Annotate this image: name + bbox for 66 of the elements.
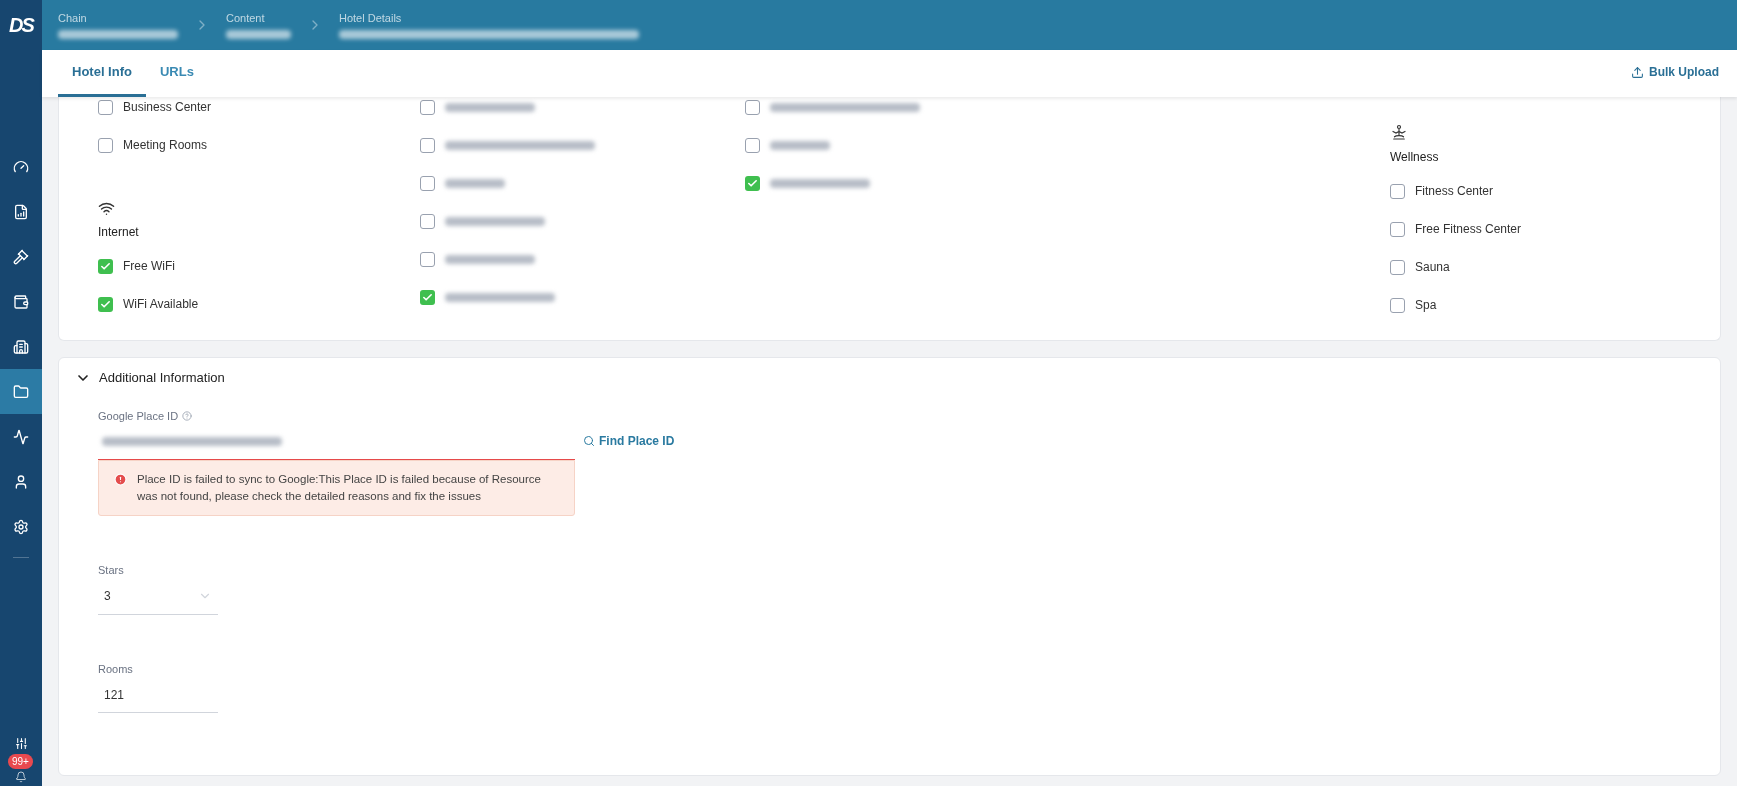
stars-select[interactable]: 3 xyxy=(98,578,218,615)
blurred-text xyxy=(445,178,505,188)
breadcrumb-label: Content xyxy=(226,11,266,24)
checkbox[interactable] xyxy=(745,137,760,153)
checkbox-label: Spa xyxy=(1415,297,1437,314)
sliders-icon[interactable] xyxy=(14,737,28,750)
find-place-id-link[interactable]: Find Place ID xyxy=(583,432,675,450)
breadcrumb-label: Chain xyxy=(58,11,88,24)
building-icon xyxy=(13,338,29,355)
checkbox[interactable] xyxy=(1390,221,1405,237)
section-heading: Internet xyxy=(98,224,140,241)
checkmark-icon xyxy=(100,260,111,272)
upload-icon xyxy=(1631,65,1644,79)
search-icon xyxy=(583,435,595,447)
section-heading: Wellness xyxy=(1390,149,1440,166)
checkbox[interactable] xyxy=(1390,183,1405,199)
checkmark-icon xyxy=(747,177,758,189)
section-toggle[interactable]: Additional Information xyxy=(75,368,225,388)
user-icon xyxy=(13,473,29,490)
checkbox[interactable] xyxy=(745,99,760,115)
checkbox-label: Free WiFi xyxy=(123,258,175,275)
blurred-text xyxy=(770,140,830,150)
checkbox[interactable] xyxy=(98,99,113,115)
checkbox[interactable] xyxy=(420,137,435,153)
checkbox[interactable] xyxy=(420,175,435,191)
checkbox[interactable] xyxy=(420,289,435,305)
checkbox[interactable] xyxy=(1390,259,1405,275)
tab[interactable]: URLs xyxy=(145,50,208,97)
notification-badge: 99+ xyxy=(8,754,33,769)
checkbox[interactable] xyxy=(98,258,113,274)
checkbox-label: Sauna xyxy=(1415,259,1450,276)
error-text: Place ID is failed to sync to Google:This Place ID is failed because of Resource was not found, please check the detailed reasons and fix the issues xyxy=(137,472,542,504)
gauge-icon xyxy=(13,158,29,175)
checkbox-label: Free Fitness Center xyxy=(1415,221,1522,238)
bell-icon[interactable] xyxy=(15,771,27,783)
checkbox[interactable] xyxy=(745,175,760,191)
logo: DS xyxy=(9,13,33,38)
field-label: Rooms xyxy=(98,661,134,677)
folder-icon xyxy=(13,383,29,400)
wallet-icon xyxy=(13,293,29,310)
breadcrumb-label: Hotel Details xyxy=(339,11,403,24)
blurred-text xyxy=(226,29,291,39)
field-label: Stars xyxy=(98,563,125,578)
checkbox-label: Meeting Rooms xyxy=(123,137,208,154)
checkbox[interactable] xyxy=(420,99,435,115)
field-label: Google Place ID xyxy=(98,408,179,424)
report-icon xyxy=(13,203,29,220)
pulse-icon xyxy=(13,428,29,445)
checkbox-label: WiFi Available xyxy=(123,296,199,313)
checkbox-label: Fitness Center xyxy=(1415,183,1494,200)
checkbox[interactable] xyxy=(420,213,435,229)
checkbox[interactable] xyxy=(98,137,113,153)
checkbox[interactable] xyxy=(420,251,435,267)
checkmark-icon xyxy=(100,298,111,310)
help-icon xyxy=(182,410,193,421)
checkbox[interactable] xyxy=(98,296,113,312)
checkmark-icon xyxy=(422,291,433,303)
bulk-upload-button[interactable]: Bulk Upload xyxy=(1631,63,1719,81)
error-icon xyxy=(114,473,127,486)
meditation-icon xyxy=(1390,124,1408,142)
rooms-field[interactable]: 121 xyxy=(98,677,218,713)
wifi-icon xyxy=(98,200,115,217)
checkbox[interactable] xyxy=(1390,297,1405,313)
settings-icon xyxy=(13,518,29,535)
checkbox-label: Business Center xyxy=(123,99,212,116)
gavel-icon xyxy=(13,248,29,265)
